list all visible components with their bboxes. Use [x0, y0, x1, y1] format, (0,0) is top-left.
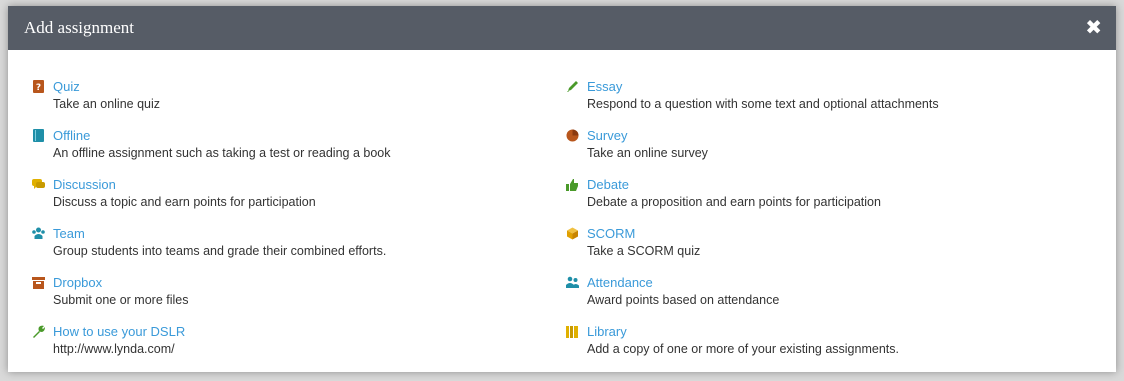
assignment-type-list: ? Quiz Take an online quiz Essay Respond… — [8, 50, 1116, 367]
cube-icon — [566, 227, 579, 240]
quiz-icon: ? — [32, 80, 45, 93]
book-icon — [32, 129, 45, 142]
library-link[interactable]: Library — [587, 323, 899, 340]
scorm-link[interactable]: SCORM — [587, 225, 700, 242]
assignment-option-essay[interactable]: Essay Respond to a question with some te… — [566, 78, 1086, 122]
wrench-icon — [32, 325, 45, 338]
attendance-link[interactable]: Attendance — [587, 274, 779, 291]
debate-description: Debate a proposition and earn points for… — [587, 195, 881, 209]
assignment-option-team[interactable]: Team Group students into teams and grade… — [32, 225, 562, 269]
thumbs-up-icon — [566, 178, 579, 191]
dropbox-description: Submit one or more files — [53, 293, 189, 307]
dropbox-icon — [32, 276, 45, 289]
dialog-title: Add assignment — [24, 18, 135, 37]
offline-description: An offline assignment such as taking a t… — [53, 146, 391, 160]
assignment-option-offline[interactable]: Offline An offline assignment such as ta… — [32, 127, 562, 171]
assignment-option-debate[interactable]: Debate Debate a proposition and earn poi… — [566, 176, 1086, 220]
discussion-link[interactable]: Discussion — [53, 176, 316, 193]
dslr-link[interactable]: How to use your DSLR — [53, 323, 185, 340]
offline-link[interactable]: Offline — [53, 127, 390, 144]
chat-icon — [32, 178, 45, 191]
assignment-option-dropbox[interactable]: Dropbox Submit one or more files — [32, 274, 562, 318]
essay-description: Respond to a question with some text and… — [587, 97, 939, 111]
dropbox-link[interactable]: Dropbox — [53, 274, 188, 291]
people-icon — [566, 276, 579, 289]
survey-description: Take an online survey — [587, 146, 708, 160]
debate-link[interactable]: Debate — [587, 176, 881, 193]
dslr-url: http://www.lynda.com/ — [53, 342, 175, 356]
library-icon — [566, 325, 579, 338]
library-description: Add a copy of one or more of your existi… — [587, 342, 899, 356]
team-link[interactable]: Team — [53, 225, 386, 242]
team-description: Group students into teams and grade thei… — [53, 244, 387, 258]
pencil-icon — [566, 80, 579, 93]
team-icon — [32, 227, 45, 240]
discussion-description: Discuss a topic and earn points for part… — [53, 195, 316, 209]
scorm-description: Take a SCORM quiz — [587, 244, 701, 258]
assignment-option-attendance[interactable]: Attendance Award points based on attenda… — [566, 274, 1086, 318]
attendance-description: Award points based on attendance — [587, 293, 780, 307]
essay-link[interactable]: Essay — [587, 78, 939, 95]
assignment-option-library[interactable]: Library Add a copy of one or more of you… — [566, 323, 1086, 367]
survey-link[interactable]: Survey — [587, 127, 708, 144]
quiz-description: Take an online quiz — [53, 97, 161, 111]
close-icon[interactable]: ✖ — [1085, 18, 1102, 38]
assignment-option-survey[interactable]: Survey Take an online survey — [566, 127, 1086, 171]
svg-text:?: ? — [36, 83, 41, 93]
add-assignment-dialog: Add assignment ✖ ? Quiz Take an online q… — [8, 6, 1116, 372]
dialog-header: Add assignment ✖ — [8, 6, 1116, 50]
pie-chart-icon — [566, 129, 579, 142]
assignment-option-scorm[interactable]: SCORM Take a SCORM quiz — [566, 225, 1086, 269]
assignment-option-dslr-link[interactable]: How to use your DSLR http://www.lynda.co… — [32, 323, 562, 367]
assignment-option-discussion[interactable]: Discussion Discuss a topic and earn poin… — [32, 176, 562, 220]
assignment-option-quiz[interactable]: ? Quiz Take an online quiz — [32, 78, 562, 122]
quiz-link[interactable]: Quiz — [53, 78, 160, 95]
